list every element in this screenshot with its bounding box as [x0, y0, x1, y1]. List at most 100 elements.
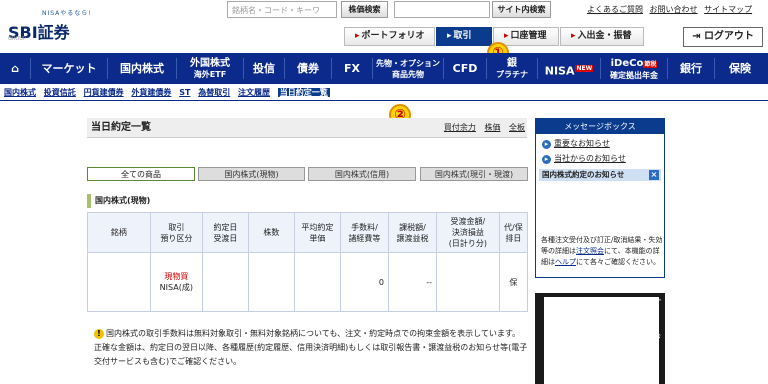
nav-market[interactable]: マーケット — [31, 53, 107, 84]
new-badge: NEW — [575, 65, 594, 72]
nav-silver[interactable]: 銀プラチナ — [487, 53, 537, 84]
subnav-domestic[interactable]: 国内株式 — [4, 88, 36, 97]
cell-price — [293, 252, 341, 312]
divider — [0, 100, 768, 101]
body-text: にて各々ご確認ください。 — [576, 258, 660, 266]
important-notice-label: 重要なお知らせ — [554, 139, 610, 148]
ad-text: ジ — [651, 334, 661, 344]
important-notice-link[interactable]: ▸ 重要なお知らせ — [536, 134, 664, 149]
nav-silver-label: 銀 — [507, 58, 517, 69]
logo-tagline: NISAやるなら! — [42, 10, 92, 17]
subnav-st[interactable]: ST — [179, 88, 190, 97]
nav-fx[interactable]: FX — [332, 53, 372, 84]
subnav-order-history[interactable]: 注文履歴 — [238, 88, 270, 97]
site-search-input[interactable] — [394, 1, 490, 18]
tab-domestic-margin[interactable]: 国内株式(信用) — [308, 167, 416, 181]
order-inquiry-link[interactable]: 注文照会 — [576, 247, 604, 255]
col-header: 銘柄 — [87, 212, 151, 253]
cell-fee: 0 — [339, 252, 389, 312]
table-row: 現物買 NISA(成) 0 -- 保 — [87, 252, 529, 312]
nav-funds[interactable]: 投信 — [244, 53, 284, 84]
stock-search-button[interactable]: 株価検索 — [341, 1, 388, 18]
message-box: メッセージボックス ▸ 重要なお知らせ ▸ 当社からのお知らせ 国内株式約定のお知ら… — [535, 118, 665, 278]
nav-ideco-sub: 確定拠出年金 — [610, 71, 658, 80]
col-header: 取引 預り区分 — [149, 212, 203, 253]
arrow-icon: ▸ — [571, 31, 576, 41]
fee-note: ! 国内株式の取引手数料は無料対象取引・無料対象銘柄についても、注文・約定時点での… — [94, 327, 528, 369]
nav-futures[interactable]: 先物・オプション 商品先物 — [373, 53, 443, 84]
col-header: 代/保 排日 — [498, 212, 529, 253]
arrow-icon: ▸ — [504, 31, 509, 41]
nav-futures-label: 先物・オプション — [376, 59, 440, 68]
cell-kbn: 保 — [498, 252, 529, 312]
tab-domestic-delivery[interactable]: 国内株式(現引・現渡) — [420, 167, 528, 181]
col-header: 株数 — [247, 212, 295, 253]
col-header: 平均約定 単価 — [293, 212, 341, 253]
subnav-fx-bonds[interactable]: 外貨建債券 — [131, 88, 171, 97]
nav-nisa[interactable]: NISA NEW — [538, 53, 600, 84]
cell-date — [201, 252, 249, 312]
message-box-body: 各種注文受付及び訂正/取消結果・失効等の詳細は注文照会にて、本機能の詳細はヘルプ… — [541, 235, 663, 268]
nav-foreign-stock-label: 外国株式 — [190, 58, 230, 69]
deposit-button[interactable]: ▸ 入出金・振替 — [560, 27, 644, 46]
top-links: よくあるご質問 お問い合わせ サイトマップ — [583, 4, 752, 15]
home-icon[interactable]: ⌂ — [0, 53, 30, 84]
company-notice-link[interactable]: ▸ 当社からのお知らせ — [536, 149, 664, 164]
col-header: 約定日 受渡日 — [201, 212, 249, 253]
cell-name — [87, 252, 151, 312]
nav-bonds[interactable]: 債券 — [285, 53, 331, 84]
sitemap-link[interactable]: サイトマップ — [704, 5, 752, 14]
logout-label: ログアウト — [703, 31, 754, 42]
help-link[interactable]: ヘルプ — [555, 258, 576, 266]
subnav-today-executions[interactable]: 当日約定一覧 — [277, 88, 330, 97]
portfolio-button[interactable]: ▸ ポートフォリオ — [344, 27, 435, 46]
col-header: 手数料/ 諸経費等 — [339, 212, 389, 253]
logout-icon: ⇥ — [692, 31, 704, 42]
main-nav: ⌂ マーケット 国内株式 外国株式 海外ETF 投信 債券 FX 先物・オプション… — [0, 53, 768, 84]
company-notice-label: 当社からのお知らせ — [554, 154, 626, 163]
nav-nisa-label: NISA — [544, 64, 575, 78]
contact-link[interactable]: お問い合わせ — [650, 5, 698, 14]
faq-link[interactable]: よくあるご質問 — [587, 5, 643, 14]
ad-banner[interactable]: T ジ — [535, 293, 665, 384]
trade-button[interactable]: ▸ 取引 — [436, 27, 492, 46]
arrow-icon: ▸ — [447, 31, 452, 41]
nav-silver-sub: プラチナ — [496, 70, 528, 79]
tax-badge: 節税 — [643, 61, 658, 68]
page-title: 当日約定一覧 — [91, 122, 151, 133]
tab-domestic-cash[interactable]: 国内株式(現物) — [198, 167, 305, 181]
cell-qty — [247, 252, 295, 312]
col-header: 課税額/ 譲渡益税 — [387, 212, 438, 253]
section-title: 国内株式(現物) — [87, 194, 527, 208]
deposit-label: 入出金・振替 — [577, 31, 632, 41]
execution-notice-title: 国内株式約定のお知らせ — [542, 170, 625, 179]
close-icon[interactable]: × — [649, 170, 659, 180]
subnav-fx-trade[interactable]: 為替取引 — [198, 88, 230, 97]
col-header: 受渡金額/ 決済損益 (日計り分) — [436, 212, 500, 253]
stock-price-link[interactable]: 株価 — [484, 123, 500, 132]
portfolio-label: ポートフォリオ — [361, 31, 425, 41]
nav-cfd[interactable]: CFD — [444, 53, 486, 84]
tab-all[interactable]: 全ての商品 — [87, 167, 195, 181]
nav-foreign-stock[interactable]: 外国株式 海外ETF — [177, 53, 243, 84]
message-box-title: メッセージボックス — [536, 119, 664, 134]
nav-bank[interactable]: 銀行 — [668, 53, 714, 84]
nav-domestic-stock[interactable]: 国内株式 — [108, 53, 176, 84]
info-icon: ▸ — [542, 155, 551, 164]
logo-group: GROUP — [8, 36, 26, 42]
page-title-bar: 当日約定一覧 買付余力 株価 全板 — [87, 118, 527, 138]
cell-tax: -- — [387, 252, 438, 312]
logout-button[interactable]: ⇥ ログアウト — [683, 27, 763, 47]
subnav-yen-bonds[interactable]: 円貨建債券 — [84, 88, 124, 97]
execution-notice-header: 国内株式約定のお知らせ × — [539, 169, 661, 181]
site-search-button[interactable]: サイト内検索 — [492, 1, 551, 18]
full-board-link[interactable]: 全板 — [509, 123, 525, 132]
sbi-logo[interactable]: NISAやるなら! SBI証券 GROUP — [8, 8, 108, 42]
buying-power-link[interactable]: 買付余力 — [444, 123, 476, 132]
cell-type: 現物買 NISA(成) — [149, 252, 203, 312]
ad-image — [544, 297, 659, 384]
stock-search-input[interactable]: 銘柄名・コード・キーワ — [227, 1, 337, 18]
nav-insurance[interactable]: 保険 — [715, 53, 765, 84]
nav-ideco[interactable]: iDeCo節税 確定拠出年金 — [601, 53, 667, 84]
subnav-funds[interactable]: 投資信託 — [44, 88, 76, 97]
